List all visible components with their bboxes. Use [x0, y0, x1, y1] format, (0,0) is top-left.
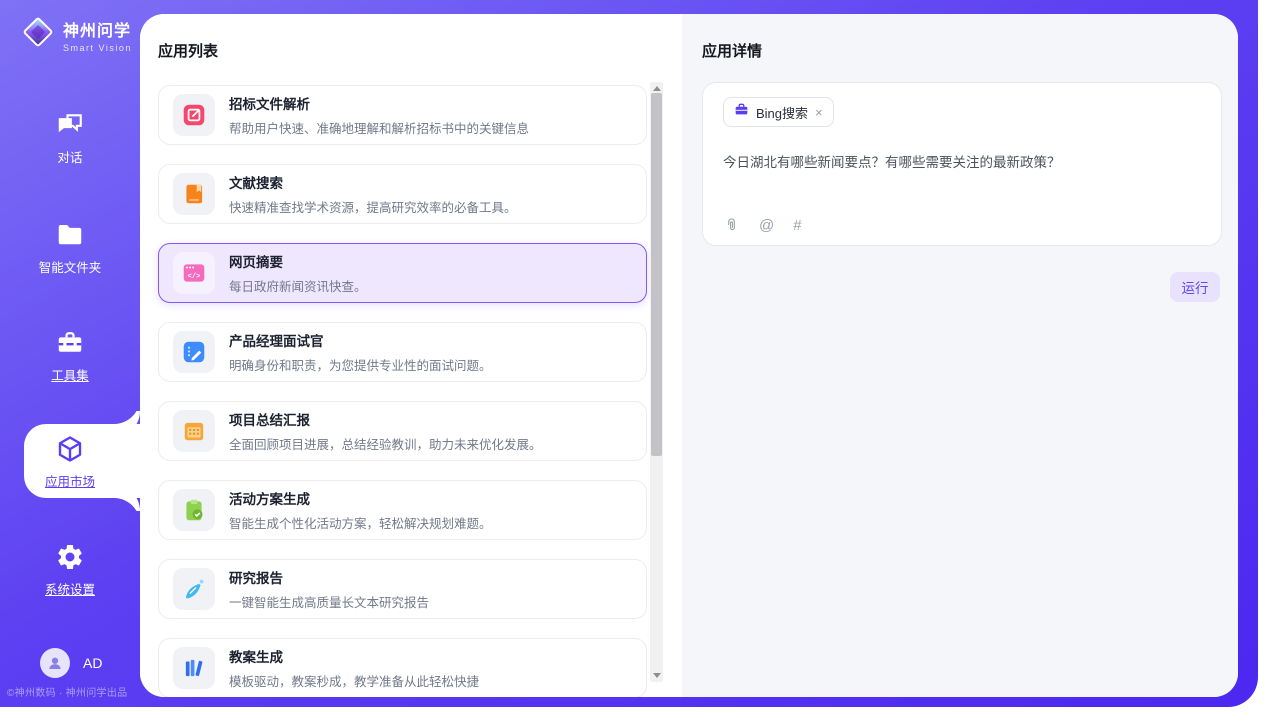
app-card-desc: 智能生成个性化活动方案，轻松解决规划难题。	[229, 513, 492, 532]
svg-text:</>: </>	[188, 273, 201, 281]
brand-logo: 神州问学 Smart Vision	[20, 14, 132, 55]
app-card-desc: 全面回顾项目进展，总结经验教训，助力未来优化发展。	[229, 434, 542, 453]
sidebar-item-smart-folder[interactable]: 智能文件夹	[0, 220, 140, 276]
app-card-bid-parse[interactable]: 招标文件解析 帮助用户快速、准确地理解和解析招标书中的关键信息	[158, 85, 647, 145]
avatar	[40, 648, 70, 678]
app-card-research-report[interactable]: 研究报告 一键智能生成高质量长文本研究报告	[158, 559, 647, 619]
user-initials: AD	[83, 655, 102, 671]
app-card-desc: 模板驱动，教案秒成，教学准备从此轻松快捷	[229, 671, 479, 690]
sidebar: 神州问学 Smart Vision 对话 智能文件夹	[0, 0, 140, 707]
tool-tag-bing-search[interactable]: Bing搜索 ×	[723, 97, 834, 127]
app-card-desc: 明确身份和职责，为您提供专业性的面试问题。	[229, 355, 492, 374]
folder-icon	[0, 220, 140, 250]
app-card-title: 活动方案生成	[229, 488, 492, 508]
scrollbar-down-arrow-icon[interactable]	[653, 673, 661, 678]
app-card-pm-interview[interactable]: 产品经理面试官 明确身份和职责，为您提供专业性的面试问题。	[158, 322, 647, 382]
app-card-title: 产品经理面试官	[229, 330, 492, 350]
cube-icon	[0, 434, 140, 464]
app-window: 神州问学 Smart Vision 对话 智能文件夹	[0, 0, 1258, 707]
brand-subtitle: Smart Vision	[63, 43, 132, 53]
sidebar-item-toolset[interactable]: 工具集	[0, 328, 140, 384]
close-icon[interactable]: ×	[815, 106, 823, 119]
app-card-webpage-summary[interactable]: </> 网页摘要 每日政府新闻资讯快查。	[158, 243, 647, 303]
app-card-list: 招标文件解析 帮助用户快速、准确地理解和解析招标书中的关键信息 文献搜索	[158, 85, 647, 697]
app-card-desc: 每日政府新闻资讯快查。	[229, 276, 367, 295]
sidebar-item-label: 系统设置	[0, 579, 140, 598]
literature-search-icon	[173, 173, 215, 215]
app-card-literature-search[interactable]: 文献搜索 快速精准查找学术资源，提高研究效率的必备工具。	[158, 164, 647, 224]
tool-tag-label: Bing搜索	[756, 103, 808, 122]
activity-plan-icon	[173, 489, 215, 531]
attachment-icon[interactable]	[723, 217, 740, 234]
content-area: 应用列表 招标文件解析 帮助用户快速、准确地理解和解析招标书中的关键信息	[140, 14, 1238, 697]
brand-diamond-icon	[20, 14, 56, 55]
app-card-title: 研究报告	[229, 567, 429, 587]
mention-icon[interactable]: @	[759, 217, 774, 234]
hash-icon[interactable]: #	[793, 217, 801, 234]
app-card-title: 项目总结汇报	[229, 409, 542, 429]
input-toolbar: @ #	[723, 217, 802, 234]
app-card-lesson-plan[interactable]: 教案生成 模板驱动，教案秒成，教学准备从此轻松快捷	[158, 638, 647, 697]
toolbox-icon	[0, 328, 140, 358]
sidebar-item-label: 工具集	[0, 365, 140, 384]
sidebar-footer: ©神州数码 · 神州问学出品	[7, 684, 137, 699]
sidebar-item-chat[interactable]: 对话	[0, 110, 140, 166]
briefcase-icon	[734, 102, 749, 122]
chat-icon	[0, 110, 140, 140]
app-card-title: 网页摘要	[229, 251, 367, 271]
gear-icon	[0, 542, 140, 572]
scrollbar-up-arrow-icon[interactable]	[653, 86, 661, 91]
app-card-desc: 帮助用户快速、准确地理解和解析招标书中的关键信息	[229, 118, 529, 137]
sidebar-item-app-market[interactable]: 应用市场	[0, 434, 140, 490]
sidebar-item-label: 应用市场	[0, 471, 140, 490]
user-account[interactable]: AD	[40, 648, 102, 678]
research-report-icon	[173, 568, 215, 610]
prompt-input[interactable]: 今日湖北有哪些新闻要点？有哪些需要关注的最新政策？	[723, 151, 1193, 171]
app-card-project-report[interactable]: 项目总结汇报 全面回顾项目进展，总结经验教训，助力未来优化发展。	[158, 401, 647, 461]
app-card-title: 教案生成	[229, 646, 479, 666]
app-card-title: 文献搜索	[229, 172, 517, 192]
run-button[interactable]: 运行	[1170, 272, 1220, 302]
sidebar-item-label: 智能文件夹	[0, 257, 140, 276]
sidebar-item-settings[interactable]: 系统设置	[0, 542, 140, 598]
app-detail-panel: 应用详情 Bing搜索 × 今日湖北有哪些新闻要点？有哪些需要关注的最新政策？	[682, 14, 1238, 697]
app-list-panel: 应用列表 招标文件解析 帮助用户快速、准确地理解和解析招标书中的关键信息	[140, 14, 682, 697]
bid-parse-icon	[173, 94, 215, 136]
app-card-desc: 一键智能生成高质量长文本研究报告	[229, 592, 429, 611]
app-list-title: 应用列表	[158, 40, 218, 61]
project-report-icon	[173, 410, 215, 452]
scrollbar-thumb[interactable]	[651, 93, 662, 456]
app-detail-title: 应用详情	[702, 40, 762, 61]
pm-interview-icon	[173, 331, 215, 373]
brand-name: 神州问学	[63, 17, 132, 41]
sidebar-item-label: 对话	[0, 147, 140, 166]
scrollbar[interactable]	[650, 82, 663, 682]
lesson-plan-icon	[173, 647, 215, 689]
prompt-input-card[interactable]: Bing搜索 × 今日湖北有哪些新闻要点？有哪些需要关注的最新政策？ @ #	[702, 82, 1222, 246]
webpage-summary-icon: </>	[173, 252, 215, 294]
app-card-title: 招标文件解析	[229, 93, 529, 113]
app-card-desc: 快速精准查找学术资源，提高研究效率的必备工具。	[229, 197, 517, 216]
app-card-activity-plan[interactable]: 活动方案生成 智能生成个性化活动方案，轻松解决规划难题。	[158, 480, 647, 540]
